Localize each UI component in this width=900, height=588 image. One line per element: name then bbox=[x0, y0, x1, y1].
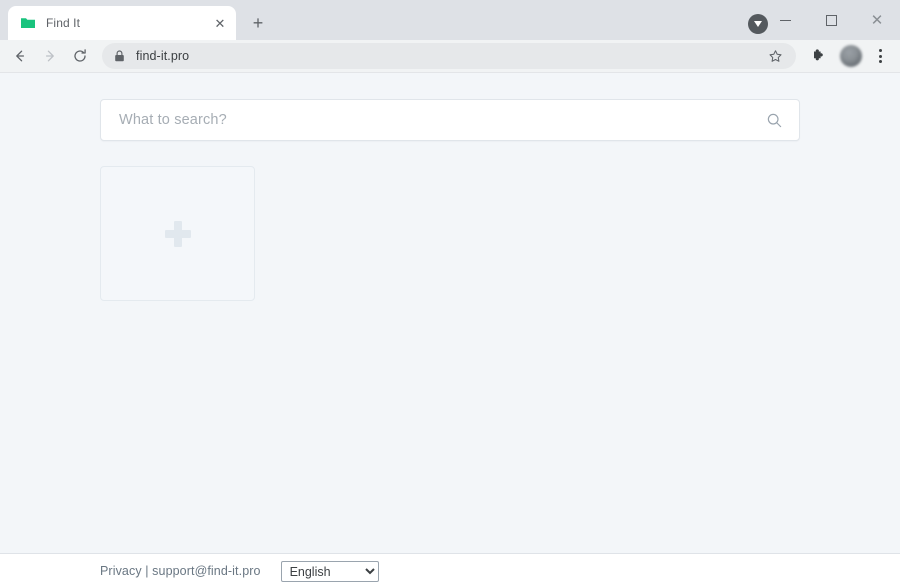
address-bar[interactable]: find-it.pro bbox=[102, 43, 796, 69]
star-icon[interactable] bbox=[764, 45, 786, 67]
three-dot-menu-icon[interactable] bbox=[868, 43, 892, 69]
close-icon[interactable]: ✕ bbox=[212, 15, 228, 31]
search-box[interactable] bbox=[100, 99, 800, 141]
reload-button[interactable] bbox=[66, 42, 94, 70]
new-tab-button[interactable]: + bbox=[244, 9, 272, 37]
menu-dot bbox=[878, 54, 882, 58]
minimize-button[interactable] bbox=[762, 4, 808, 36]
browser-window: Find It ✕ + ✕ find-it.pro What to search… bbox=[0, 0, 900, 588]
puzzle-icon[interactable] bbox=[806, 43, 832, 69]
address-bar-url: find-it.pro bbox=[136, 49, 190, 63]
page-content: Privacy | support@find-it.pro English bbox=[0, 73, 900, 588]
lock-icon bbox=[114, 50, 126, 62]
search-input[interactable] bbox=[119, 112, 763, 128]
search-section bbox=[100, 99, 800, 141]
back-button[interactable] bbox=[6, 42, 34, 70]
browser-toolbar: find-it.pro bbox=[0, 40, 900, 73]
menu-dot bbox=[878, 49, 882, 52]
plus-icon bbox=[164, 220, 191, 247]
close-icon: ✕ bbox=[870, 11, 884, 29]
close-window-button[interactable]: ✕ bbox=[854, 4, 900, 36]
maximize-button[interactable] bbox=[808, 4, 854, 36]
shortcut-tiles bbox=[100, 166, 900, 301]
folder-icon bbox=[20, 15, 36, 31]
footer-links[interactable]: Privacy | support@find-it.pro bbox=[100, 564, 261, 578]
avatar[interactable] bbox=[840, 45, 862, 67]
tab-title: Find It bbox=[46, 16, 81, 30]
forward-button[interactable] bbox=[36, 42, 64, 70]
language-select[interactable]: English bbox=[280, 560, 379, 582]
search-icon[interactable] bbox=[763, 109, 785, 131]
maximize-icon bbox=[825, 14, 837, 26]
menu-dot bbox=[878, 60, 882, 63]
add-shortcut-tile[interactable] bbox=[100, 166, 255, 301]
minimize-icon bbox=[779, 19, 791, 21]
tab-strip: Find It ✕ + ✕ bbox=[0, 0, 900, 40]
page-footer: Privacy | support@find-it.pro English bbox=[0, 553, 900, 588]
window-controls: ✕ bbox=[762, 0, 900, 40]
download-arrow-glyph bbox=[754, 21, 762, 27]
page-main bbox=[0, 73, 900, 553]
browser-tab-find-it[interactable]: Find It ✕ bbox=[8, 6, 236, 40]
